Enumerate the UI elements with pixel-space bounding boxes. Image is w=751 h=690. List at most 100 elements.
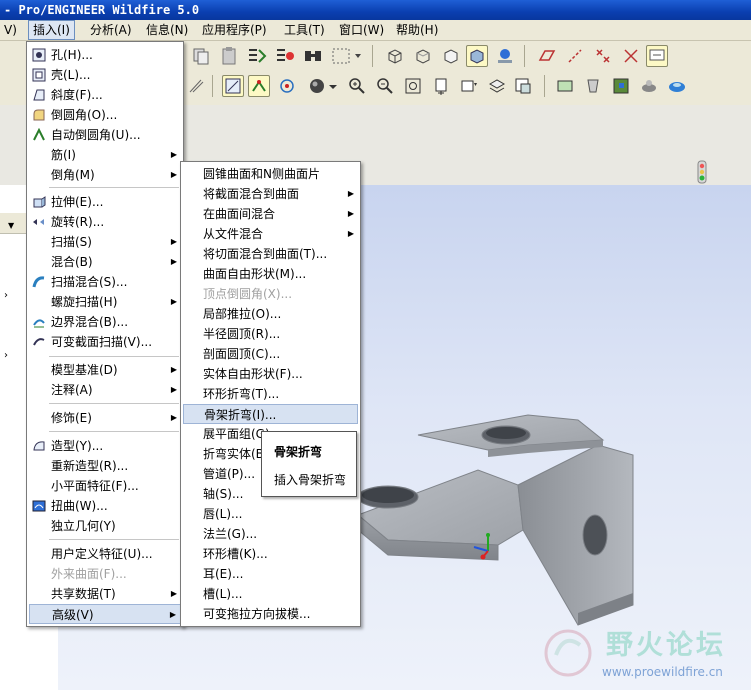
layers-icon[interactable]: [486, 75, 508, 97]
zoom-in-icon[interactable]: [346, 75, 368, 97]
regen-manager-icon[interactable]: [274, 45, 296, 67]
menu-item-revolve[interactable]: 旋转(R)...: [29, 212, 181, 232]
menu-item-restyle[interactable]: 重新造型(R)...: [29, 456, 181, 476]
spin-center-icon[interactable]: [276, 75, 298, 97]
menu-item-extrude[interactable]: 拉伸(E)...: [29, 192, 181, 212]
menu-item-advanced[interactable]: 高级(V) ▶: [29, 604, 181, 624]
submenu-item-slot[interactable]: 槽(L)...: [183, 584, 358, 604]
menu-item-helical-sweep[interactable]: 螺旋扫描(H) ▶: [29, 292, 181, 312]
refit-icon[interactable]: [402, 75, 424, 97]
menu-analysis[interactable]: 分析(A): [86, 21, 136, 39]
menu-item-annotation[interactable]: 注释(A) ▶: [29, 380, 181, 400]
submenu-item-spinal-bend[interactable]: 骨架折弯(I)...: [183, 404, 358, 424]
insert-menu: 孔(H)... 壳(L)... 斜度(F)... 倒圆角(O)... 自动倒圆角…: [26, 41, 184, 627]
submenu-item-tangent-to-surface[interactable]: 将切面混合到曲面(T)...: [183, 244, 358, 264]
tree-dropdown-icon[interactable]: ▼: [8, 221, 14, 230]
menu-item-style[interactable]: 造型(Y)...: [29, 436, 181, 456]
reorient-icon[interactable]: [430, 75, 452, 97]
tree-expand-icon[interactable]: ›: [4, 350, 8, 361]
submenu-item-lip[interactable]: 唇(L)...: [183, 504, 358, 524]
menu-view[interactable]: V): [0, 21, 21, 39]
saved-views-icon[interactable]: [458, 75, 480, 97]
menu-item-hole[interactable]: 孔(H)...: [29, 45, 181, 65]
map-icon[interactable]: [610, 75, 632, 97]
zoom-out-icon[interactable]: [374, 75, 396, 97]
menu-item-chamfer[interactable]: 倒角(M) ▶: [29, 165, 181, 185]
submenu-item-toroidal-bend[interactable]: 环形折弯(T)...: [183, 384, 358, 404]
paste-icon[interactable]: [218, 45, 240, 67]
submenu-item-section-to-surface[interactable]: 将截面混合到曲面 ▶: [183, 184, 358, 204]
menu-item-independent-geometry[interactable]: 独立几何(Y): [29, 516, 181, 536]
submenu-item-conic-surface[interactable]: 圆锥曲面和N侧曲面片: [183, 164, 358, 184]
regenerate-icon[interactable]: [246, 45, 268, 67]
submenu-item-ear[interactable]: 耳(E)...: [183, 564, 358, 584]
submenu-item-surface-free-form[interactable]: 曲面自由形状(M)...: [183, 264, 358, 284]
menu-item-draft[interactable]: 斜度(F)...: [29, 85, 181, 105]
advanced-submenu: 圆锥曲面和N侧曲面片 将截面混合到曲面 ▶ 在曲面间混合 ▶ 从文件混合 ▶ 将切面混…: [180, 161, 361, 627]
menu-item-swept-blend[interactable]: 扫描混合(S)...: [29, 272, 181, 292]
cube-wire-icon[interactable]: [384, 45, 406, 67]
dropdown-arrow-icon[interactable]: [326, 75, 340, 97]
menu-item-boundary-blend[interactable]: 边界混合(B)...: [29, 312, 181, 332]
menu-tools[interactable]: 工具(T): [280, 21, 329, 39]
plane-display-icon[interactable]: [536, 45, 558, 67]
menu-item-shared-data[interactable]: 共享数据(T) ▶: [29, 584, 181, 604]
menu-item-var-sec-sweep[interactable]: 可变截面扫描(V)...: [29, 332, 181, 352]
submenu-item-solid-free-form[interactable]: 实体自由形状(F)...: [183, 364, 358, 384]
menu-window[interactable]: 窗口(W): [335, 21, 388, 39]
axis-display-icon[interactable]: [564, 45, 586, 67]
submenu-item-blend-between-surfaces[interactable]: 在曲面间混合 ▶: [183, 204, 358, 224]
csys-display-icon[interactable]: [620, 45, 642, 67]
menu-item-model-datum[interactable]: 模型基准(D) ▶: [29, 360, 181, 380]
copy-icon[interactable]: [190, 45, 212, 67]
menu-item-shell[interactable]: 壳(L)...: [29, 65, 181, 85]
submenu-arrow-icon: ▶: [347, 189, 354, 198]
submenu-item-section-dome[interactable]: 剖面圆顶(C)...: [183, 344, 358, 364]
view-manager-icon[interactable]: [512, 75, 534, 97]
tree-expand-icon[interactable]: ›: [4, 290, 8, 301]
menu-item-facet-feature[interactable]: 小平面特征(F)...: [29, 476, 181, 496]
hole-icon: [32, 48, 46, 62]
submenu-item-variable-pull-draft[interactable]: 可变拖拉方向拔模...: [183, 604, 358, 624]
submenu-item-radius-dome[interactable]: 半径圆顶(R)...: [183, 324, 358, 344]
menu-insert[interactable]: 插入(I): [28, 20, 75, 40]
analysis-display-icon[interactable]: [554, 75, 576, 97]
revolve-icon: [32, 215, 46, 229]
menu-item-warp[interactable]: 扭曲(W)...: [29, 496, 181, 516]
find-icon[interactable]: [302, 45, 324, 67]
display-style-icon[interactable]: [306, 75, 328, 97]
annotation-display-icon[interactable]: [646, 45, 668, 67]
submenu-item-local-push[interactable]: 局部推拉(O)...: [183, 304, 358, 324]
tooltip-title: 骨架折弯: [274, 445, 323, 459]
submenu-item-blend-from-file[interactable]: 从文件混合 ▶: [183, 224, 358, 244]
point-display-icon[interactable]: [592, 45, 614, 67]
boundary-blend-icon: [32, 315, 46, 329]
menu-applications[interactable]: 应用程序(P): [198, 21, 271, 39]
sketch-plane-icon[interactable]: [222, 75, 244, 97]
menu-item-blend[interactable]: 混合(B) ▶: [29, 252, 181, 272]
menu-item-auto-round[interactable]: 自动倒圆角(U)...: [29, 125, 181, 145]
model-tree-icon[interactable]: [582, 75, 604, 97]
submenu-arrow-icon: ▶: [169, 610, 176, 619]
cube-nohidden-icon[interactable]: [440, 45, 462, 67]
menu-info[interactable]: 信息(N): [142, 21, 192, 39]
sketch-tool-icon[interactable]: [248, 75, 270, 97]
watermark-logo-icon: [544, 629, 592, 677]
submenu-arrow-icon: ▶: [170, 365, 177, 374]
menu-item-round[interactable]: 倒圆角(O)...: [29, 105, 181, 125]
watermark-name: 野火论坛: [606, 630, 726, 661]
submenu-item-neck[interactable]: 环形槽(K)...: [183, 544, 358, 564]
selection-box-icon[interactable]: [330, 45, 364, 67]
render-icon[interactable]: [638, 75, 660, 97]
brush-icon[interactable]: [186, 75, 208, 97]
submenu-item-flange[interactable]: 法兰(G)...: [183, 524, 358, 544]
photolux-icon[interactable]: [666, 75, 688, 97]
cube-shaded-icon[interactable]: [466, 45, 488, 67]
menu-help[interactable]: 帮助(H): [392, 21, 442, 39]
menu-item-sweep[interactable]: 扫描(S) ▶: [29, 232, 181, 252]
menu-item-rib[interactable]: 筋(I) ▶: [29, 145, 181, 165]
appearance-icon[interactable]: [494, 45, 516, 67]
menu-item-cosmetic[interactable]: 修饰(E) ▶: [29, 408, 181, 428]
cube-hidden-icon[interactable]: [412, 45, 434, 67]
menu-item-udf[interactable]: 用户定义特征(U)...: [29, 544, 181, 564]
